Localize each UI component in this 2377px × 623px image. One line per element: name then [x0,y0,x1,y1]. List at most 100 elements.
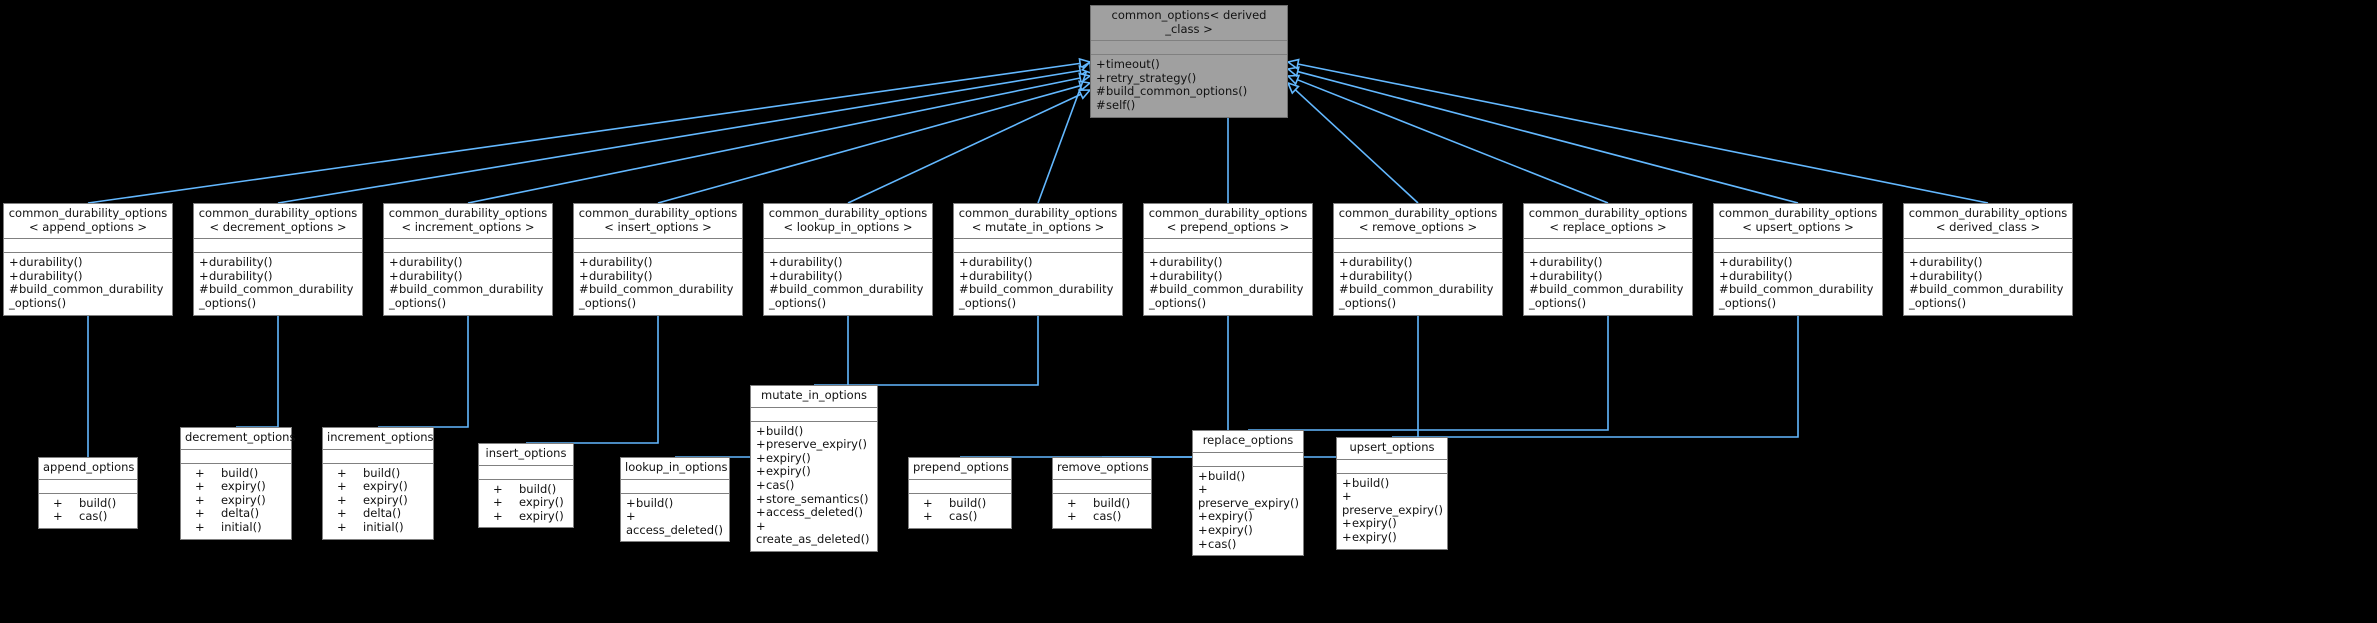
class-node-decrement-options[interactable]: decrement_options + build() + expiry() + expir… [180,427,295,540]
class-node-prepend-options[interactable]: prepend_options + build() + cas() [908,457,1012,529]
method-row: #self() [1091,97,1287,113]
attributes-compartment [764,239,932,254]
visibility-marker: + [195,519,205,534]
method-name: cas() [1208,536,1237,551]
method-row: #build_common_durability _options() [764,283,932,310]
visibility-marker: + [756,464,766,479]
method-row: + expiry() [479,495,573,510]
class-node-mutate-in-options[interactable]: mutate_in_options +build() +preserve_expir… [750,385,878,552]
visibility-marker: + [579,255,589,270]
method-row: +durability() [1714,255,1882,270]
class-node-replace-options[interactable]: replace_options +build() +preserve_expiry(… [1192,430,1304,557]
method-row: + delta() [323,507,433,521]
method-name: expiry() [1352,516,1397,531]
method-name: expiry() [1352,529,1397,544]
attributes-compartment [384,239,552,254]
method-row: + delta() [181,507,291,521]
visibility-marker: + [493,481,503,496]
method-row: #build_common_durability _options() [1334,283,1502,310]
class-node-common-durability-options-6[interactable]: common_durability_options < prepend_opti… [1143,203,1313,316]
method-row: +durability() [1144,269,1312,284]
class-node-common-durability-options-10[interactable]: common_durability_options < derived_clas… [1903,203,2073,316]
method-name: build_common_durability _options() [769,282,924,310]
visibility-marker: # [1529,282,1539,297]
class-node-upsert-options[interactable]: upsert_options +build() +preserve_expiry()… [1336,437,1448,550]
class-node-common-options[interactable]: common_options< derived _class > +timeout… [1090,5,1288,118]
attributes-compartment [751,408,877,422]
methods-compartment: +durability() +durability() #build_common_… [1714,253,1882,314]
class-node-insert-options[interactable]: insert_options + build() + expiry() + expiry() [478,443,574,529]
inheritance-edge [1297,63,1989,204]
visibility-marker: + [1198,522,1208,537]
attributes-compartment [39,480,137,494]
class-node-common-durability-options-2[interactable]: common_durability_options < increment_op… [383,203,553,316]
method-name: build() [1352,475,1390,490]
visibility-marker: + [626,495,636,510]
method-name: durability() [969,255,1033,270]
method-row: + build() [39,496,137,511]
visibility-marker: + [756,518,766,533]
method-row: +durability() [384,255,552,270]
method-row: #build_common_durability _options() [4,283,172,310]
methods-compartment: +durability() +durability() #build_common_… [1904,253,2072,314]
methods-compartment: + build() + cas() [39,494,137,528]
method-name: build_common_durability _options() [1529,282,1684,310]
method-row: #build_common_durability _options() [954,283,1122,310]
class-node-lookup-in-options[interactable]: lookup_in_options +build() +access_deleted… [620,457,730,543]
method-name: build() [519,481,557,496]
method-name: build_common_durability _options() [9,282,164,310]
class-name-label: append_options [39,458,137,480]
class-name-label: common_durability_options < lookup_in_op… [764,204,932,240]
class-node-common-durability-options-7[interactable]: common_durability_options < remove_optio… [1333,203,1503,316]
visibility-marker: + [9,255,19,270]
attributes-compartment [181,450,291,464]
methods-compartment: + build() + expiry() + expiry() + delta() + initi… [323,464,433,539]
method-name: self() [1106,97,1136,112]
class-node-common-durability-options-5[interactable]: common_durability_options < mutate_in_op… [953,203,1123,316]
class-name-label: common_durability_options < append_optio… [4,204,172,240]
method-name: durability() [1349,255,1413,270]
inheritance-edge [1037,71,1088,204]
method-name: build() [1093,495,1131,510]
class-node-remove-options[interactable]: remove_options + build() + cas() [1052,457,1152,529]
class-name-label: common_durability_options < decrement_op… [194,204,362,240]
attributes-compartment [323,450,433,464]
class-node-append-options[interactable]: append_options + build() + cas() [38,457,138,529]
method-name: build_common_durability _options() [1719,282,1874,310]
class-node-common-durability-options-8[interactable]: common_durability_options < replace_opti… [1523,203,1693,316]
visibility-marker: + [9,268,19,283]
class-node-common-durability-options-3[interactable]: common_durability_options < insert_optio… [573,203,743,316]
methods-compartment: + build() + cas() [909,494,1011,528]
visibility-marker: + [493,495,503,510]
attributes-compartment [1337,460,1447,474]
method-name: access_deleted() [766,505,864,520]
visibility-marker: # [1339,282,1349,297]
attributes-compartment [574,239,742,254]
class-node-common-durability-options-0[interactable]: common_durability_options < append_optio… [3,203,173,316]
visibility-marker: + [1342,489,1352,504]
method-name: expiry() [766,450,811,465]
method-row: + cas() [39,509,137,524]
class-node-common-durability-options-4[interactable]: common_durability_options < lookup_in_op… [763,203,933,316]
method-name: build() [766,423,804,438]
visibility-marker: + [1719,255,1729,270]
method-name: build() [636,495,674,510]
method-row: +durability() [574,269,742,284]
class-node-common-durability-options-1[interactable]: common_durability_options < decrement_op… [193,203,363,316]
class-node-increment-options[interactable]: increment_options + build() + expiry() + expir… [322,427,434,540]
method-row: + expiry() [181,479,291,494]
visibility-marker: + [769,268,779,283]
visibility-marker: + [769,255,779,270]
method-row: +durability() [574,255,742,270]
inheritance-arrowhead [1078,80,1092,92]
method-name: build() [1208,468,1246,483]
class-node-common-durability-options-9[interactable]: common_durability_options < upsert_optio… [1713,203,1883,316]
class-name-label: remove_options [1053,458,1151,480]
inheritance-arrowhead [1078,72,1092,84]
visibility-marker: + [337,465,347,480]
methods-compartment: +timeout() +retry_strategy() #build_common… [1091,55,1287,116]
method-name: expiry() [519,508,564,523]
method-name: expiry() [1208,509,1253,524]
method-name: build_common_durability _options() [1149,282,1304,310]
visibility-marker: + [959,255,969,270]
